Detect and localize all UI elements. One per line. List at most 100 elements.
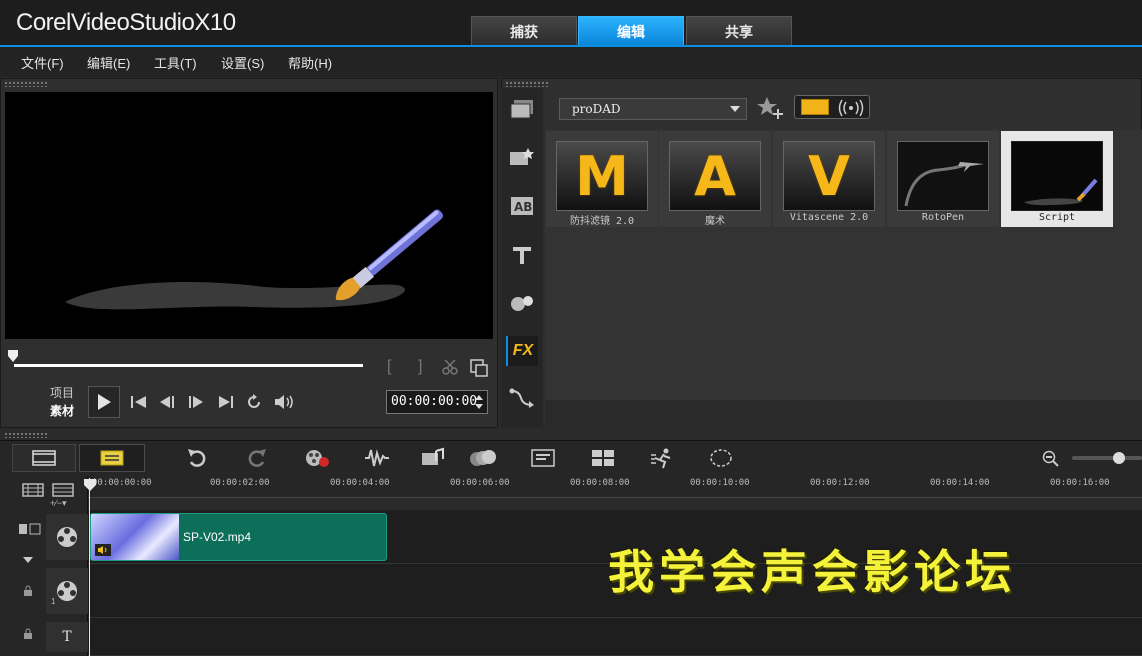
- title-icon[interactable]: [506, 240, 538, 270]
- video-filter-icon[interactable]: [801, 99, 829, 115]
- menu-settings[interactable]: 设置(S): [221, 53, 264, 72]
- ruler-tick: 00:00:10:00: [690, 478, 750, 488]
- chevron-down-icon: [730, 106, 740, 112]
- play-icon: [98, 394, 111, 410]
- time-remapping-icon[interactable]: [648, 444, 678, 472]
- media-icon[interactable]: [506, 94, 538, 124]
- previous-frame-icon[interactable]: [158, 394, 178, 415]
- timecode-stepper-icon[interactable]: [474, 394, 484, 410]
- graphic-icon[interactable]: [506, 287, 538, 317]
- filter-category-dropdown[interactable]: proDAD: [559, 98, 747, 120]
- title-track[interactable]: [88, 618, 1142, 656]
- path-icon[interactable]: [506, 383, 538, 413]
- filter-item-rotopen[interactable]: RotoPen: [887, 131, 999, 227]
- auto-music-icon[interactable]: [418, 444, 448, 472]
- filter-item-label: Vitascene 2.0: [789, 212, 869, 223]
- menu-edit[interactable]: 编辑(E): [87, 53, 130, 72]
- mask-creator-icon[interactable]: [706, 444, 736, 472]
- track-manager-icon[interactable]: [22, 482, 46, 503]
- brand-corel: Corel: [16, 9, 71, 36]
- add-remove-chapter-icon[interactable]: +∕−▾: [50, 498, 67, 509]
- timecode-value: 00:00:00:00: [391, 394, 478, 409]
- transition-icon[interactable]: AB: [506, 191, 538, 221]
- time-ruler[interactable]: 00:00:00:00 00:00:02:00 00:00:04:00 00:0…: [88, 476, 1142, 498]
- next-frame-icon[interactable]: [187, 394, 207, 415]
- redo-icon[interactable]: [242, 444, 272, 472]
- tab-edit[interactable]: 编辑: [578, 16, 684, 46]
- app-brand: CorelVideoStudioX10: [16, 9, 236, 37]
- undo-icon[interactable]: [182, 444, 212, 472]
- filter-item-magic[interactable]: A 魔术: [659, 131, 771, 227]
- playhead-line[interactable]: [89, 478, 90, 656]
- end-icon[interactable]: [217, 394, 235, 415]
- track-expand-chevron-icon[interactable]: [22, 551, 34, 569]
- timecode-field[interactable]: 00:00:00:00: [386, 390, 488, 414]
- preview-screen: [5, 92, 493, 339]
- filter-item-mercalli[interactable]: M 防抖滤镜 2.0: [546, 131, 658, 227]
- record-capture-icon[interactable]: [302, 444, 332, 472]
- enlarge-preview-icon[interactable]: [469, 358, 489, 383]
- view-toggle[interactable]: [794, 95, 870, 119]
- timeline-grip[interactable]: [4, 432, 48, 438]
- filter-item-vitascene[interactable]: V Vitascene 2.0: [773, 131, 885, 227]
- title-track-button[interactable]: T: [46, 622, 88, 652]
- zoom-slider[interactable]: [1072, 456, 1142, 460]
- clip-audio-icon: [95, 544, 111, 556]
- home-icon[interactable]: [130, 394, 148, 415]
- scrubber-handle[interactable]: [8, 349, 18, 362]
- ruler-tick: 00:00:16:00: [1050, 478, 1110, 488]
- fx-label: FX: [512, 342, 534, 359]
- mode-labels: 项目 素材: [50, 384, 74, 420]
- play-button[interactable]: [88, 386, 120, 418]
- menu-file[interactable]: 文件(F): [21, 53, 64, 72]
- repeat-icon[interactable]: [245, 393, 263, 416]
- motion-tracking-icon[interactable]: [468, 444, 498, 472]
- menu-tools[interactable]: 工具(T): [154, 53, 197, 72]
- filter-thumb-letter: V: [808, 144, 850, 208]
- volume-icon[interactable]: [273, 393, 295, 416]
- mode-project-label[interactable]: 项目: [50, 384, 74, 402]
- video-clip[interactable]: SP-V02.mp4: [90, 513, 387, 561]
- svg-text:AB: AB: [514, 200, 532, 214]
- filter-thumbnail: V: [783, 141, 875, 211]
- instant-project-icon[interactable]: [506, 142, 538, 172]
- film-reel-icon: [57, 527, 77, 547]
- filter-fx-icon[interactable]: FX: [506, 336, 538, 366]
- dropdown-value: proDAD: [572, 102, 621, 116]
- zoom-slider-handle[interactable]: [1113, 452, 1125, 464]
- ruler-tick: 00:00:14:00: [930, 478, 990, 488]
- clip-name: SP-V02.mp4: [183, 530, 252, 544]
- title-lock-icon[interactable]: [22, 627, 34, 645]
- menu-help[interactable]: 帮助(H): [288, 53, 332, 72]
- multi-camera-icon[interactable]: [588, 444, 618, 472]
- timeline-view-icon[interactable]: [79, 444, 145, 472]
- filter-item-label: RotoPen: [921, 212, 965, 223]
- ruler-tick: 00:00:06:00: [450, 478, 510, 488]
- add-favorite-icon[interactable]: [756, 96, 784, 125]
- mark-out-button[interactable]: ]: [418, 358, 422, 376]
- zoom-out-icon[interactable]: [1042, 450, 1060, 473]
- filter-thumbnail: A: [669, 141, 761, 211]
- library-bottom-bar: [545, 400, 1142, 428]
- audio-filter-icon[interactable]: [837, 99, 865, 117]
- overlay-track-button[interactable]: [46, 568, 88, 614]
- filter-item-script[interactable]: Script: [1001, 131, 1113, 227]
- filter-item-label: 魔术: [705, 216, 725, 227]
- library-grip[interactable]: [505, 81, 549, 87]
- playhead-marker[interactable]: [84, 478, 96, 496]
- sound-mixer-icon[interactable]: [362, 444, 392, 472]
- video-track-button[interactable]: [46, 514, 88, 560]
- scissors-icon[interactable]: [441, 358, 459, 381]
- storyboard-view-icon[interactable]: [12, 444, 76, 472]
- subtitle-editor-icon[interactable]: [528, 444, 558, 472]
- tab-capture[interactable]: 捕获: [471, 16, 577, 46]
- scrubber-bar[interactable]: [14, 364, 363, 367]
- filter-thumbnail: [897, 141, 989, 211]
- mode-clip-label[interactable]: 素材: [50, 402, 74, 420]
- tab-share[interactable]: 共享: [686, 16, 792, 46]
- ripple-edit-icon[interactable]: [18, 522, 42, 541]
- mark-in-button[interactable]: [: [387, 358, 391, 376]
- clip-thumbnail: [91, 514, 179, 560]
- overlay-lock-icon[interactable]: [22, 584, 34, 602]
- panel-grip[interactable]: [4, 81, 48, 87]
